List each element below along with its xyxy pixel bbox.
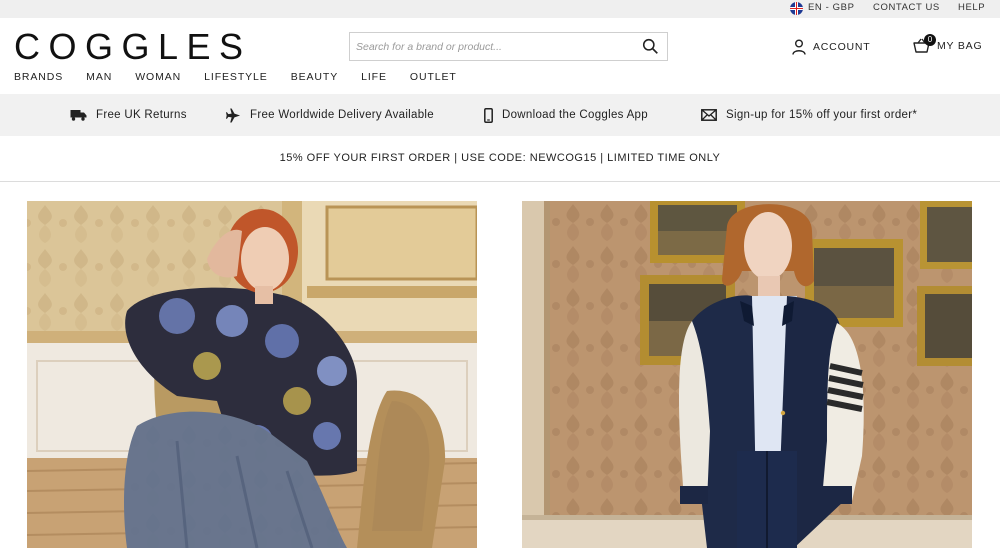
- search-box: [349, 32, 668, 61]
- women-fashion-photo: [27, 201, 477, 548]
- men-fashion-photo: [522, 201, 972, 548]
- nav-item-beauty[interactable]: BEAUTY: [291, 70, 338, 84]
- benefit-label: Sign-up for 15% off your first order*: [726, 109, 918, 121]
- contact-us-link[interactable]: CONTACT US: [873, 0, 940, 18]
- main-nav: BRANDS MAN WOMAN LIFESTYLE BEAUTY LIFE O…: [14, 70, 480, 84]
- nav-item-outlet[interactable]: OUTLET: [410, 70, 457, 84]
- nav-item-man[interactable]: MAN: [86, 70, 112, 84]
- nav-item-life[interactable]: LIFE: [361, 70, 387, 84]
- account-label: ACCOUNT: [813, 41, 871, 53]
- search-icon[interactable]: [642, 38, 659, 55]
- my-bag-label: MY BAG: [937, 40, 983, 52]
- hero-image-women[interactable]: [27, 201, 477, 548]
- help-link[interactable]: HELP: [958, 0, 985, 18]
- benefit-download-app[interactable]: Download the Coggles App: [484, 94, 648, 136]
- account-link[interactable]: ACCOUNT: [792, 38, 871, 56]
- my-bag-link[interactable]: 0 MY BAG: [913, 34, 983, 57]
- site-header: COGGLES ACCOUNT 0 MY BAG BRANDS MAN WOMA…: [0, 18, 1000, 94]
- benefit-label: Free UK Returns: [96, 109, 187, 121]
- uk-flag-icon[interactable]: [790, 2, 803, 15]
- promo-banner[interactable]: 15% OFF YOUR FIRST ORDER | USE CODE: NEW…: [0, 136, 1000, 182]
- plane-icon: [226, 107, 241, 123]
- benefit-label: Download the Coggles App: [502, 109, 648, 121]
- nav-item-brands[interactable]: BRANDS: [14, 70, 63, 84]
- nav-item-woman[interactable]: WOMAN: [135, 70, 181, 84]
- smartphone-icon: [484, 107, 493, 123]
- nav-item-lifestyle[interactable]: LIFESTYLE: [204, 70, 268, 84]
- benefit-free-returns[interactable]: Free UK Returns: [70, 94, 187, 136]
- benefit-worldwide-delivery[interactable]: Free Worldwide Delivery Available: [226, 94, 434, 136]
- truck-icon: [70, 110, 87, 121]
- user-icon: [792, 39, 806, 55]
- benefit-signup-offer[interactable]: Sign-up for 15% off your first order*: [701, 94, 917, 136]
- search-input[interactable]: [350, 33, 630, 60]
- logo[interactable]: COGGLES: [14, 27, 252, 67]
- utility-bar: EN - GBP CONTACT US HELP: [0, 0, 1000, 18]
- locale-selector[interactable]: EN - GBP: [808, 0, 855, 18]
- bag-count-badge: 0: [924, 34, 936, 46]
- envelope-icon: [701, 109, 717, 121]
- benefits-bar: Free UK Returns Free Worldwide Delivery …: [0, 94, 1000, 136]
- promo-text: 15% OFF YOUR FIRST ORDER | USE CODE: NEW…: [279, 152, 721, 164]
- benefit-label: Free Worldwide Delivery Available: [250, 109, 434, 121]
- hero-image-men[interactable]: [522, 201, 972, 548]
